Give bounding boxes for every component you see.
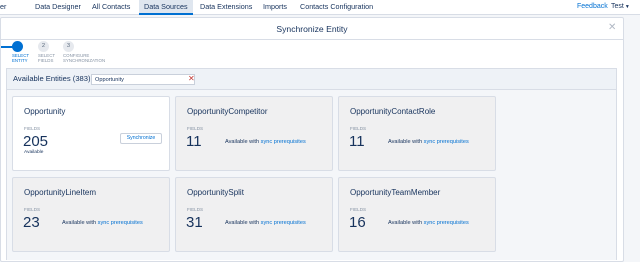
- close-icon[interactable]: ✕: [608, 23, 616, 33]
- entity-card-opportunityteammember[interactable]: OpportunityTeamMember FIELDS 16 Availabl…: [338, 177, 496, 252]
- availability-note: Available with sync prerequisites: [62, 220, 143, 226]
- fields-count: 31: [186, 214, 203, 231]
- fields-label: FIELDS: [350, 126, 367, 131]
- tab-data-designer[interactable]: Data Designer: [35, 0, 81, 15]
- filter-bar: Available Entities (383) ✕: [6, 68, 617, 90]
- entity-name: Opportunity: [24, 107, 66, 116]
- fields-label: FIELDS: [187, 126, 204, 131]
- modal-title: Synchronize Entity: [276, 24, 348, 34]
- tab-partial[interactable]: er: [0, 0, 6, 15]
- sync-prerequisites-link[interactable]: sync prerequisites: [424, 220, 469, 226]
- sync-prerequisites-link[interactable]: sync prerequisites: [261, 139, 306, 145]
- fields-label: FIELDS: [24, 126, 41, 131]
- entity-card-opportunitysplit[interactable]: OpportunitySplit FIELDS 31 Available wit…: [175, 177, 333, 252]
- entity-card-opportunitylineitem[interactable]: OpportunityLineItem FIELDS 23 Available …: [12, 177, 170, 252]
- synchronize-button[interactable]: Synchronize: [120, 133, 162, 144]
- fields-count: 16: [349, 214, 366, 231]
- fields-count: 11: [349, 133, 365, 150]
- availability-note: Available with sync prerequisites: [388, 139, 469, 145]
- entity-card-opportunitycompetitor[interactable]: OpportunityCompetitor FIELDS 11 Availabl…: [175, 96, 333, 171]
- step-3-label-line2: SYNCHRONIZATION: [63, 57, 106, 63]
- chevron-down-icon: ▼: [624, 4, 630, 10]
- entity-card-opportunity[interactable]: Opportunity FIELDS 205 Available Synchro…: [12, 96, 170, 171]
- note-prefix: Available with: [62, 220, 97, 226]
- background-backdrop: [624, 17, 640, 258]
- note-prefix: Available with: [388, 139, 423, 145]
- fields-count: 205: [23, 133, 49, 150]
- entity-name: OpportunityLineItem: [24, 188, 97, 197]
- fields-label: FIELDS: [187, 207, 204, 212]
- entity-name: OpportunityTeamMember: [350, 188, 441, 197]
- tab-imports[interactable]: Imports: [263, 0, 287, 15]
- user-menu[interactable]: Test▼: [611, 0, 630, 15]
- note-prefix: Available with: [225, 139, 260, 145]
- step-3-label: CONFIGURE SYNCHRONIZATION: [63, 53, 113, 64]
- top-navigation: er Data Designer All Contacts Data Sourc…: [0, 0, 640, 15]
- fields-label: FIELDS: [24, 207, 41, 212]
- tab-all-contacts[interactable]: All Contacts: [92, 0, 130, 15]
- user-name: Test: [611, 3, 624, 10]
- tab-data-extensions[interactable]: Data Extensions: [200, 0, 252, 15]
- feedback-link[interactable]: Feedback: [577, 0, 608, 15]
- tab-data-sources[interactable]: Data Sources: [139, 0, 193, 15]
- note-prefix: Available with: [225, 220, 260, 226]
- synchronize-entity-modal: Synchronize Entity ✕ 1 2 3 SELECT ENTITY …: [0, 17, 624, 262]
- entity-cards-grid: Opportunity FIELDS 205 Available Synchro…: [6, 90, 617, 260]
- fields-label: FIELDS: [350, 207, 367, 212]
- sync-prerequisites-link[interactable]: sync prerequisites: [424, 139, 469, 145]
- entity-name: OpportunityContactRole: [350, 107, 436, 116]
- clear-x-icon[interactable]: ✕: [188, 73, 195, 85]
- fields-count: 23: [23, 214, 40, 231]
- availability-note: Available with sync prerequisites: [388, 220, 469, 226]
- modal-header: Synchronize Entity ✕: [1, 18, 623, 40]
- entity-name: OpportunityCompetitor: [187, 107, 268, 116]
- entity-name: OpportunitySplit: [187, 188, 244, 197]
- entity-search-input[interactable]: [91, 74, 195, 85]
- available-entities-label: Available Entities (383): [13, 74, 91, 83]
- step-2-indicator: 2: [38, 41, 49, 52]
- note-prefix: Available with: [388, 220, 423, 226]
- availability-note: Available with sync prerequisites: [225, 139, 306, 145]
- availability-note: Available with sync prerequisites: [225, 220, 306, 226]
- entity-card-opportunitycontactrole[interactable]: OpportunityContactRole FIELDS 11 Availab…: [338, 96, 496, 171]
- step-1-indicator: 1: [12, 41, 23, 52]
- sync-prerequisites-link[interactable]: sync prerequisites: [98, 220, 143, 226]
- step-3-indicator: 3: [63, 41, 74, 52]
- sync-prerequisites-link[interactable]: sync prerequisites: [261, 220, 306, 226]
- availability-status: Available: [24, 150, 44, 155]
- fields-count: 11: [186, 133, 202, 150]
- tab-contacts-configuration[interactable]: Contacts Configuration: [300, 0, 373, 15]
